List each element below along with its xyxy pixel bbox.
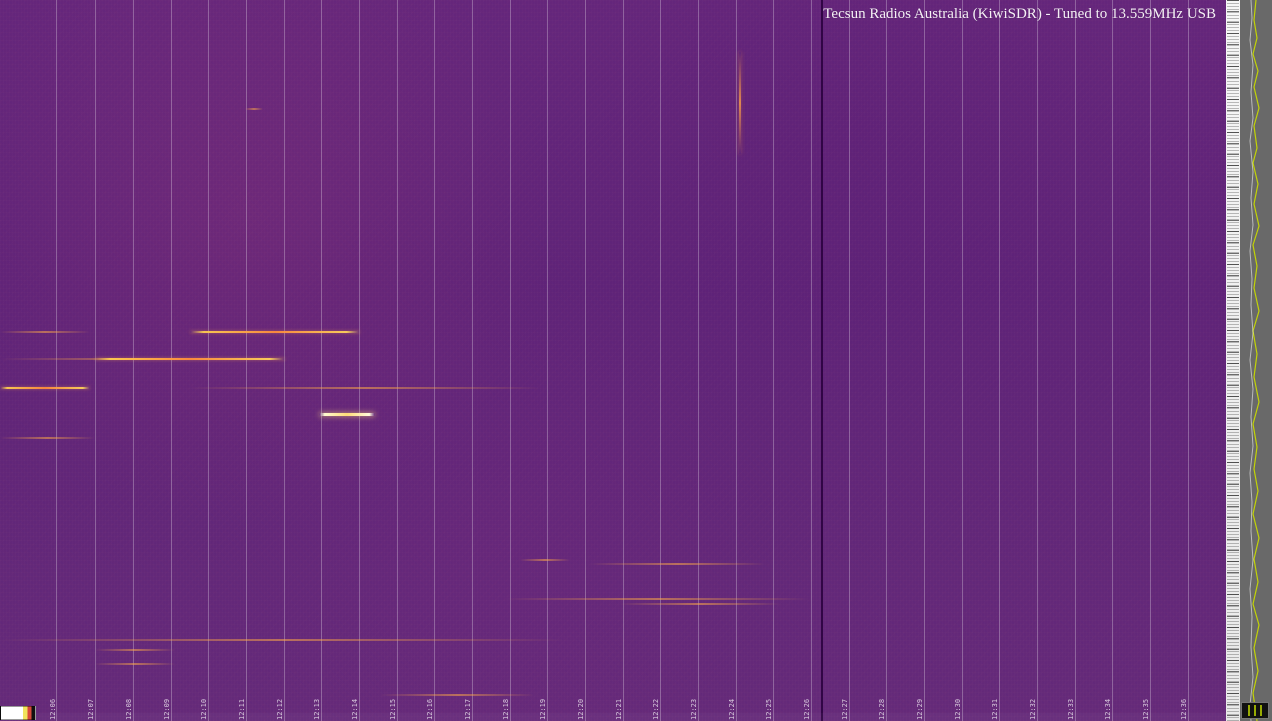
time-label: 12:12	[276, 698, 284, 720]
time-label: 12:35	[1142, 698, 1150, 720]
time-label: 12:33	[1067, 698, 1075, 720]
time-label: 12:07	[87, 698, 95, 720]
station-title: Tecsun Radios Australia (KiwiSDR) - Tune…	[823, 6, 1216, 22]
time-label: 12:10	[200, 698, 208, 720]
time-label: 12:25	[765, 698, 773, 720]
time-label: 12:16	[426, 698, 434, 720]
time-label: 12:29	[916, 698, 924, 720]
time-label: 12:27	[841, 698, 849, 720]
time-label: 12:21	[615, 698, 623, 720]
time-label: 12:17	[464, 698, 472, 720]
time-label: 12:24	[728, 698, 736, 720]
time-label: 12:19	[539, 698, 547, 720]
time-label: 12:14	[351, 698, 359, 720]
time-label: 12:31	[991, 698, 999, 720]
kiwi-sdr-waterfall-screen: Tecsun Radios Australia (KiwiSDR) - Tune…	[0, 0, 1272, 721]
time-label: 12:18	[502, 698, 510, 720]
time-label: 12:23	[690, 698, 698, 720]
time-label: 12:15	[389, 698, 397, 720]
time-label: 12:36	[1180, 698, 1188, 720]
time-label: 12:26	[803, 698, 811, 720]
time-label: 12:32	[1029, 698, 1037, 720]
time-label: 12:06	[49, 698, 57, 720]
timeline-bar	[0, 713, 1226, 721]
time-label: 12:34	[1104, 698, 1112, 720]
meter-scale	[1227, 0, 1239, 721]
time-label: 12:08	[125, 698, 133, 720]
time-label: 12:20	[577, 698, 585, 720]
time-label: 12:11	[238, 698, 246, 720]
time-label: 12:30	[954, 698, 962, 720]
time-label: 12:28	[878, 698, 886, 720]
time-label: 12:22	[652, 698, 660, 720]
color-scale-legend	[0, 706, 36, 720]
time-label: 12:13	[313, 698, 321, 720]
signal-meter-panel	[1226, 0, 1272, 721]
time-label: 12:09	[163, 698, 171, 720]
waterfall-display[interactable]	[0, 0, 1226, 721]
meter-thumbnail	[1241, 702, 1269, 719]
